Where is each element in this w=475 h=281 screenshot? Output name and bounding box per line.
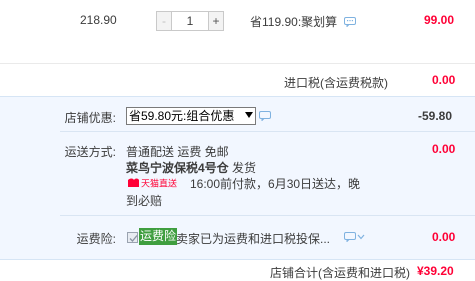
shipping-warehouse: 菜鸟宁波保税4号仓 发货: [126, 159, 256, 176]
shipping-value: 0.00: [432, 142, 456, 156]
shipping-method: 普通配送 运费 免邮: [126, 145, 229, 159]
store-options-section: 店铺优惠: 省59.80元:组合优惠 -59.80 运送方式: 普通配送 运费 …: [0, 97, 475, 259]
insurance-value: 0.00: [432, 230, 456, 244]
chevron-down-icon[interactable]: [357, 234, 365, 240]
unit-price: 218.90: [80, 13, 117, 27]
increase-quantity-button[interactable]: +: [208, 12, 223, 30]
product-discount: 省119.90:聚划算: [250, 13, 356, 30]
store-discount-selected: 省59.80元:组合优惠: [129, 109, 235, 123]
badge-text: 天猫直送: [141, 178, 177, 189]
quantity-stepper[interactable]: - 1 +: [156, 11, 224, 31]
decrease-quantity-button[interactable]: -: [157, 12, 172, 30]
warehouse-name: 菜鸟宁波保税4号仓: [126, 161, 229, 175]
import-tax-value: 0.00: [432, 73, 456, 87]
store-total-row: 店铺合计(含运费和进口税) ¥39.20: [0, 259, 475, 281]
check-icon: [129, 235, 138, 242]
dropdown-arrow-icon: [245, 112, 253, 118]
divider: [60, 131, 475, 132]
import-tax-row: 进口税(含运费税款) 0.00: [0, 64, 475, 97]
chat-bubble-icon[interactable]: [259, 111, 271, 121]
store-discount-label: 店铺优惠:: [64, 111, 116, 125]
shipping-label: 运送方式:: [64, 145, 116, 159]
product-subtotal: 99.00: [424, 13, 455, 27]
insurance-label: 运费险:: [76, 232, 116, 246]
store-discount-value: -59.80: [418, 109, 453, 123]
chat-bubble-icon[interactable]: [343, 17, 356, 27]
store-total-value: ¥39.20: [417, 264, 454, 278]
tmall-direct-badge: 天猫直送: [128, 178, 177, 189]
insurance-tag: 运费险: [139, 228, 178, 245]
discount-text: 省119.90:聚划算: [250, 15, 338, 29]
import-tax-label: 进口税(含运费税款): [284, 76, 388, 90]
chat-bubble-icon[interactable]: [344, 232, 356, 242]
insurance-text: 卖家已为运费和进口税投保...: [176, 232, 331, 246]
store-total-label: 店铺合计(含运费和进口税): [270, 266, 410, 280]
store-discount-select[interactable]: 省59.80元:组合优惠: [126, 107, 256, 125]
quantity-input[interactable]: 1: [172, 12, 208, 30]
insurance-checkbox[interactable]: [127, 232, 138, 243]
delivery-promise: 16:00前付款，6月30日送达，晚: [190, 177, 361, 191]
divider: [60, 215, 475, 216]
warehouse-suffix: 发货: [228, 161, 257, 175]
product-row: 218.90 - 1 + 省119.90:聚划算 99.00: [0, 0, 475, 64]
delivery-promise-cont: 到必赔: [126, 194, 163, 208]
